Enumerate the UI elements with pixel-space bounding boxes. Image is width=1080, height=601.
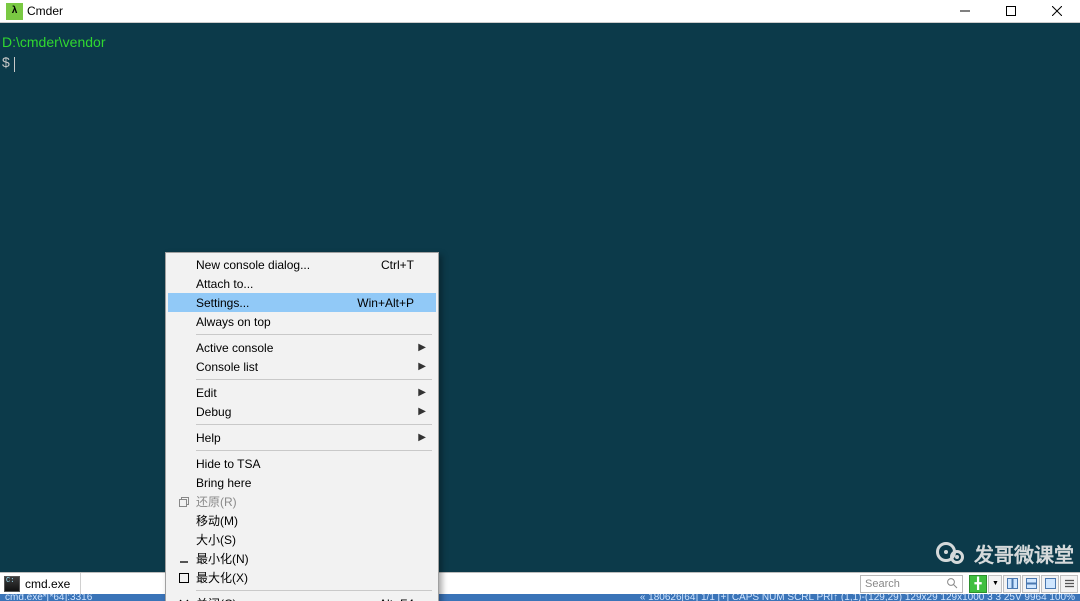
menu-item-label: 最大化(X): [196, 569, 414, 586]
tab-bar: cmd.exe Search ╋ ▼: [0, 572, 1080, 594]
menu-item-shortcut: Ctrl+T: [381, 258, 414, 272]
menu-item[interactable]: Edit ▶: [168, 383, 436, 402]
menu-item-label: 还原(R): [196, 493, 414, 510]
status-segments: « 180626[64] 1/1 [+] CAPS NUM SCRL PRI↑ …: [637, 594, 1078, 601]
layout-button-3[interactable]: [1041, 575, 1059, 593]
new-console-button[interactable]: ╋: [969, 575, 987, 593]
submenu-arrow-icon: ▶: [418, 387, 426, 398]
menu-item[interactable]: New console dialog...Ctrl+T: [168, 255, 436, 274]
menu-item-label: Help: [196, 431, 414, 445]
menu-separator: [196, 424, 432, 425]
menu-separator: [196, 590, 432, 591]
menu-item[interactable]: Bring here: [168, 473, 436, 492]
terminal-cursor: [14, 57, 15, 72]
menu-item-label: 关闭(C): [196, 595, 379, 601]
menu-item[interactable]: 最小化(N): [168, 549, 436, 568]
app-icon: λ: [6, 3, 23, 20]
restore-icon: [178, 497, 190, 507]
menu-item-label: Debug: [196, 405, 414, 419]
menu-item-label: Settings...: [196, 296, 357, 310]
watermark: 发哥微课堂: [934, 536, 1074, 570]
terminal-path: D:\cmder\vendor: [2, 34, 105, 50]
menu-item[interactable]: Active console ▶: [168, 338, 436, 357]
menu-separator: [196, 379, 432, 380]
new-console-dropdown[interactable]: ▼: [988, 575, 1002, 593]
menu-item-shortcut: Win+Alt+P: [357, 296, 414, 310]
menu-item-shortcut: Alt+F4: [379, 597, 414, 601]
toolbar-buttons: ╋ ▼: [967, 573, 1080, 594]
menu-item-label: New console dialog...: [196, 258, 381, 272]
console-tab-label: cmd.exe: [25, 577, 70, 591]
submenu-arrow-icon: ▶: [418, 361, 426, 372]
menu-item-label: Console list: [196, 360, 414, 374]
menu-item[interactable]: 大小(S): [168, 530, 436, 549]
terminal-prompt: $: [2, 54, 10, 70]
maximize-button[interactable]: [988, 0, 1034, 23]
submenu-arrow-icon: ▶: [418, 432, 426, 443]
minimize-button[interactable]: [942, 0, 988, 23]
menu-item[interactable]: Always on top: [168, 312, 436, 331]
menu-item[interactable]: Debug ▶: [168, 402, 436, 421]
menu-item[interactable]: 关闭(C)Alt+F4: [168, 594, 436, 601]
menu-item-label: Active console: [196, 341, 414, 355]
console-tab-icon: [4, 576, 20, 592]
max-icon: [178, 573, 190, 583]
menu-item[interactable]: Hide to TSA: [168, 454, 436, 473]
search-placeholder: Search: [865, 578, 900, 590]
menu-item[interactable]: Console list ▶: [168, 357, 436, 376]
menu-item-label: Hide to TSA: [196, 457, 414, 471]
menu-separator: [196, 334, 432, 335]
submenu-arrow-icon: ▶: [418, 342, 426, 353]
status-process: cmd.exe*[*64]:3316: [2, 594, 95, 601]
menu-item[interactable]: Help ▶: [168, 428, 436, 447]
window-title: Cmder: [27, 4, 63, 18]
layout-button-1[interactable]: [1003, 575, 1021, 593]
menu-item: 还原(R): [168, 492, 436, 511]
search-icon: [946, 577, 958, 592]
menu-item-label: Always on top: [196, 315, 414, 329]
menu-item-label: Attach to...: [196, 277, 414, 291]
terminal-output: D:\cmder\vendor $: [0, 23, 1080, 75]
console-tab[interactable]: cmd.exe: [0, 573, 81, 594]
menu-item-label: Bring here: [196, 476, 414, 490]
min-icon: [178, 554, 190, 564]
terminal-area[interactable]: D:\cmder\vendor $ New console dialog...C…: [0, 23, 1080, 572]
chevron-down-icon: ▼: [992, 580, 999, 587]
menu-item-label: 移动(M): [196, 512, 414, 529]
search-input[interactable]: Search: [860, 575, 963, 593]
context-menu: New console dialog...Ctrl+T Attach to... S…: [165, 252, 439, 601]
menu-item-label: 大小(S): [196, 531, 414, 548]
window-titlebar: λ Cmder: [0, 0, 1080, 23]
layout-button-2[interactable]: [1022, 575, 1040, 593]
menu-item[interactable]: 最大化(X): [168, 568, 436, 587]
wechat-icon: [934, 536, 968, 570]
menu-button[interactable]: [1060, 575, 1078, 593]
watermark-text: 发哥微课堂: [974, 539, 1074, 568]
submenu-arrow-icon: ▶: [418, 406, 426, 417]
close-button[interactable]: [1034, 0, 1080, 23]
menu-item[interactable]: Settings...Win+Alt+P: [168, 293, 436, 312]
menu-item-label: Edit: [196, 386, 414, 400]
menu-item[interactable]: 移动(M): [168, 511, 436, 530]
status-bar: cmd.exe*[*64]:3316 « 180626[64] 1/1 [+] …: [0, 594, 1080, 601]
menu-separator: [196, 450, 432, 451]
menu-item-label: 最小化(N): [196, 550, 414, 567]
menu-item[interactable]: Attach to...: [168, 274, 436, 293]
